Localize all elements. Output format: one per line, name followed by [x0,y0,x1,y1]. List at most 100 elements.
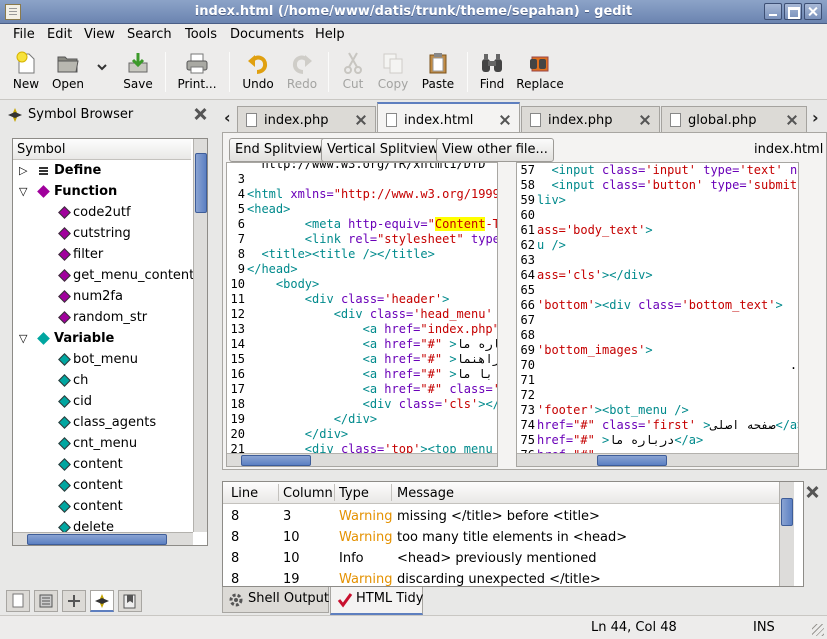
copy-button[interactable]: Copy [375,50,411,96]
vertical-splitview-button[interactable]: Vertical Splitview [321,138,445,162]
line-number: 11 [230,292,245,306]
side-tab-bookmarks[interactable] [118,590,142,612]
tab-close-icon[interactable] [355,114,367,126]
undo-button[interactable]: Undo [239,50,277,96]
file-browser-icon [39,594,53,608]
variable-icon [58,416,71,429]
tabs-scroll-left-icon[interactable]: ‹ [224,108,231,127]
tab-close-icon[interactable] [499,114,511,126]
side-tab-file-browser[interactable] [34,590,58,612]
function-icon [58,311,71,324]
menu-view[interactable]: View [84,27,115,42]
new-button[interactable]: New [8,50,44,96]
message-row[interactable]: 8 3 Warning missing </title> before <title> [223,506,778,527]
view-other-file-button[interactable]: View other file... [436,138,554,162]
expander-closed-icon[interactable]: ▷ [19,164,27,177]
end-splitview-button[interactable]: End Splitview [229,138,329,162]
variable-icon [58,458,71,471]
tab-shell-output[interactable]: Shell Output [222,587,329,613]
col-column[interactable]: Column [283,486,333,501]
message-row[interactable]: 8 10 Warning too many title elements in <he… [223,527,778,548]
menu-file[interactable]: File [13,27,35,42]
tab-index-html[interactable]: index.html [377,102,520,133]
side-panel-close-icon[interactable] [193,107,207,121]
symbol-column-header[interactable]: Symbol [13,139,191,160]
message-row[interactable]: 8 10 Info <head> previously mentioned [223,548,778,569]
undo-label: Undo [242,77,274,91]
close-window-button[interactable] [804,3,822,20]
redo-button[interactable]: Redo [283,50,321,96]
tab-global-php[interactable]: global.php [661,106,807,132]
maximize-button[interactable] [784,3,802,20]
expander-open-icon[interactable]: ▽ [19,332,27,345]
symbol-tree[interactable]: Symbol ▷ Define ▽ Function code2utf cutstring… [12,138,208,546]
toolbar-separator [229,52,230,92]
replace-button[interactable]: Replace [514,50,566,96]
line-number: 60 [520,208,535,222]
code-text: href="#" class='first' >صفحه اصلی</a> [537,418,798,432]
right-editor-pane[interactable]: 57 <input class='input' type='text' nam 5… [516,162,799,467]
toolbar-separator [328,52,329,92]
tabs-scroll-right-icon[interactable]: › [812,108,819,127]
left-pane-hscrollbar[interactable] [227,453,497,466]
side-tab-snippets[interactable] [62,590,86,612]
symbol-label: num2fa [73,289,123,304]
symbol-tree-hscrollbar[interactable] [13,532,193,545]
tab-close-icon[interactable] [639,114,651,126]
html-tidy-messages[interactable]: Line Column Type Message 8 3 Warning missin… [222,481,804,587]
tab-label: index.php [548,113,613,128]
resize-grip[interactable] [812,624,824,636]
tab-close-icon[interactable] [786,114,798,126]
open-button[interactable]: Open [48,50,88,96]
scroll-thumb[interactable] [195,153,207,213]
line-number: 17 [230,382,245,396]
replace-label: Replace [516,77,564,91]
line-number: 5 [237,202,245,216]
side-tab-documents[interactable] [6,590,30,612]
message-line: 8 [231,530,240,545]
col-line[interactable]: Line [231,486,258,501]
line-number: 72 [520,388,535,402]
expander-open-icon[interactable]: ▽ [19,185,27,198]
function-icon [58,206,71,219]
find-button[interactable]: Find [475,50,509,96]
symbol-label: cid [73,394,93,409]
line-number: 63 [520,253,535,267]
symbol-tree-vscrollbar[interactable] [193,139,207,532]
print-label: Print... [177,77,217,91]
scroll-thumb[interactable] [241,455,311,466]
scroll-thumb[interactable] [27,534,167,545]
menu-edit[interactable]: Edit [47,27,72,42]
paste-button[interactable]: Paste [418,50,458,96]
menu-tools[interactable]: Tools [185,27,217,42]
save-button[interactable]: Save [120,50,156,96]
window-title: index.html (/home/www/datis/trunk/theme/… [194,4,633,19]
side-tab-symbol-browser[interactable] [90,590,114,612]
line-number: 58 [520,178,535,192]
menu-help[interactable]: Help [315,27,345,42]
bottom-panel-close-icon[interactable] [805,485,819,499]
messages-vscrollbar[interactable] [779,482,794,586]
line-number: 71 [520,373,535,387]
right-pane-hscrollbar[interactable] [517,453,798,466]
minimize-button[interactable] [764,3,782,20]
cut-button[interactable]: Cut [337,50,369,96]
file-icon [530,113,541,127]
code-text: <a href="#" class='f [362,382,497,396]
tab-index-php-2[interactable]: index.php [521,106,660,132]
symbol-label: ch [73,373,89,388]
variable-icon [58,437,71,450]
scroll-thumb[interactable] [597,455,667,466]
scroll-thumb[interactable] [781,498,793,526]
tab-index-php[interactable]: index.php [237,106,376,132]
col-message[interactable]: Message [397,486,454,501]
code-text: http://www.w3.org/TR/xhtml1/DTD [247,162,486,171]
open-recent-dropdown[interactable] [94,50,110,96]
col-type[interactable]: Type [339,486,369,501]
symbol-label: content [73,457,123,472]
left-editor-pane[interactable]: http://www.w3.org/TR/xhtml1/DTD 3 4 <html x… [226,162,498,467]
menu-documents[interactable]: Documents [230,27,304,42]
menu-search[interactable]: Search [127,27,172,42]
print-button[interactable]: Print... [175,50,219,96]
tab-html-tidy[interactable]: HTML Tidy [330,587,423,615]
